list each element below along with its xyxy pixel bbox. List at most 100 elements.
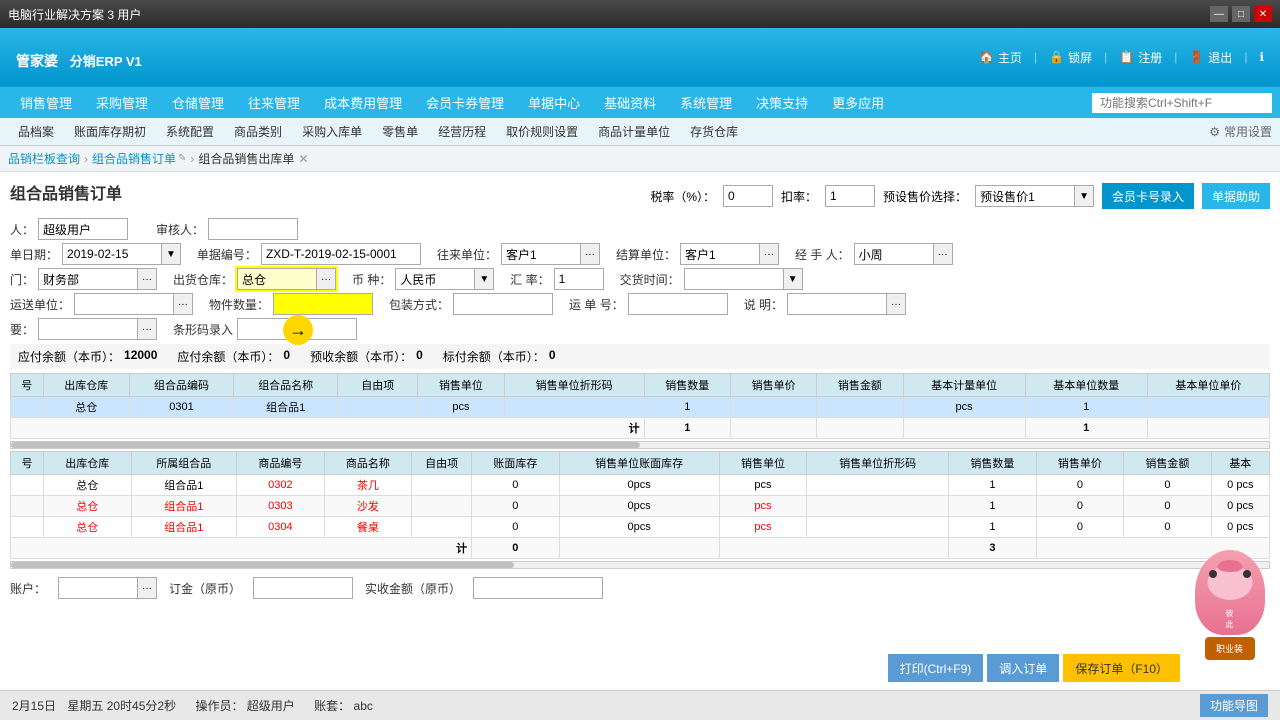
discount-input[interactable]	[825, 185, 875, 207]
close-button[interactable]: ✕	[1254, 6, 1272, 22]
sub-category[interactable]: 商品类别	[224, 121, 292, 142]
shipping-label: 运送单位：	[10, 296, 70, 313]
settings-button[interactable]: ⚙ 常用设置	[1209, 123, 1272, 140]
print-button[interactable]: 打印(Ctrl+F9)	[888, 654, 984, 682]
warehouse-btn[interactable]: ···	[317, 268, 336, 290]
require-input[interactable]	[38, 318, 138, 340]
main-menu: 销售管理 采购管理 仓储管理 往来管理 成本费用管理 会员卡券管理 单据中心 基…	[0, 86, 1280, 118]
cell2-unit-stock: 0pcs	[559, 475, 719, 496]
table-row[interactable]: 计 1 1	[11, 418, 1270, 439]
remark-btn[interactable]: ···	[887, 293, 906, 315]
member-card-button[interactable]: 会员卡号录入	[1102, 183, 1194, 209]
function-map-button[interactable]: 功能导图	[1200, 694, 1268, 717]
sub-history[interactable]: 经营历程	[428, 121, 496, 142]
home-action[interactable]: 🏠 主页	[979, 49, 1022, 66]
save-button[interactable]: 保存订单（F10）	[1063, 654, 1180, 682]
status-day-info: 星期五 20时45分2秒	[67, 699, 176, 713]
trans-time-input[interactable]	[684, 268, 784, 290]
sub-inventory[interactable]: 存货仓库	[680, 121, 748, 142]
sub-unit[interactable]: 商品计量单位	[588, 121, 680, 142]
breadcrumb-edit-icon[interactable]: ✎	[178, 153, 186, 164]
sub-price-rule[interactable]: 取价规则设置	[496, 121, 588, 142]
shipping-input[interactable]	[74, 293, 174, 315]
register-action[interactable]: 📋 注册	[1119, 49, 1162, 66]
breadcrumb-item-1[interactable]: 品销栏板查询	[8, 150, 80, 167]
table-row[interactable]: 总仓 组合品1 0303 沙发 0 0pcs pcs 1 0 0 0 pcs	[11, 496, 1270, 517]
to-unit-input[interactable]	[501, 243, 581, 265]
sub-purchase-in[interactable]: 采购入库单	[292, 121, 372, 142]
table-row[interactable]: 总仓 组合品1 0302 茶几 0 0pcs pcs 1 0 0 0 pcs	[11, 475, 1270, 496]
sub-config[interactable]: 系统配置	[156, 121, 224, 142]
action-buttons: 打印(Ctrl+F9) 调入订单 保存订单（F10）	[888, 654, 1180, 682]
manager-btn[interactable]: ···	[934, 243, 953, 265]
col2-name: 商品名称	[324, 452, 411, 475]
count-input[interactable]	[273, 293, 373, 315]
account-btn[interactable]: ···	[138, 577, 157, 599]
dept-btn[interactable]: ···	[138, 268, 157, 290]
menu-purchase[interactable]: 采购管理	[84, 89, 160, 116]
tax-rate-input[interactable]	[723, 185, 773, 207]
sub-retail[interactable]: 零售单	[372, 121, 428, 142]
menu-member[interactable]: 会员卡券管理	[414, 89, 516, 116]
status-account-name: abc	[354, 699, 373, 713]
menu-basic[interactable]: 基础资料	[592, 89, 668, 116]
actual-amount-input[interactable]	[473, 577, 603, 599]
table-row[interactable]: 总仓 0301 组合品1 pcs 1 pcs 1	[11, 397, 1270, 418]
dept-input[interactable]	[38, 268, 138, 290]
discount-label: 扣率：	[781, 188, 817, 205]
sub-product-archive[interactable]: 品档案	[8, 121, 64, 142]
price-select-input[interactable]	[975, 185, 1075, 207]
to-unit-btn[interactable]: ···	[581, 243, 600, 265]
exchange-input[interactable]	[554, 268, 604, 290]
breadcrumb-item-2[interactable]: 组合品销售订单	[92, 150, 176, 167]
app-header: 管家婆 分销ERP V1 🏠 主页 | 🔒 锁屏 | 📋 注册 | 🚪 退出 |…	[0, 28, 1280, 86]
date-dropdown[interactable]: ▼	[162, 243, 181, 265]
sub-account-init[interactable]: 账面库存期初	[64, 121, 156, 142]
status-bar: 2月15日 星期五 20时45分2秒 操作员： 超级用户 账套： abc 功能导…	[0, 690, 1280, 720]
warehouse-input[interactable]	[237, 268, 317, 290]
menu-system[interactable]: 系统管理	[668, 89, 744, 116]
account-input[interactable]	[58, 577, 138, 599]
reviewer-input[interactable]	[208, 218, 298, 240]
require-btn[interactable]: ···	[138, 318, 157, 340]
settlement-input[interactable]	[680, 243, 760, 265]
menu-cost[interactable]: 成本费用管理	[312, 89, 414, 116]
menu-sales[interactable]: 销售管理	[8, 89, 84, 116]
remark-input[interactable]	[787, 293, 887, 315]
info-action[interactable]: ℹ	[1259, 50, 1264, 64]
menu-more[interactable]: 更多应用	[820, 89, 896, 116]
ship-num-input[interactable]	[628, 293, 728, 315]
operator-input[interactable]	[38, 218, 128, 240]
help-button[interactable]: 单据助助	[1202, 183, 1270, 209]
currency-input[interactable]	[395, 268, 475, 290]
currency-dropdown[interactable]: ▼	[475, 268, 494, 290]
cell2-combo: 组合品1	[131, 496, 237, 517]
table-row[interactable]: 总仓 组合品1 0304 餐桌 0 0pcs pcs 1 0 0 0 pcs	[11, 517, 1270, 538]
function-search-input[interactable]	[1092, 93, 1272, 113]
barcode-input[interactable]	[237, 318, 357, 340]
menu-relations[interactable]: 往来管理	[236, 89, 312, 116]
menu-orders[interactable]: 单据中心	[516, 89, 592, 116]
home-icon: 🏠	[979, 50, 994, 64]
packing-input[interactable]	[453, 293, 553, 315]
date-label: 单日期：	[10, 246, 58, 263]
lock-action[interactable]: 🔒 锁屏	[1049, 49, 1092, 66]
price-select-dropdown[interactable]: ▼	[1075, 185, 1094, 207]
menu-decision[interactable]: 决策支持	[744, 89, 820, 116]
order-num-input[interactable]	[261, 243, 421, 265]
count-label: 物件数量：	[209, 296, 269, 313]
trans-time-dropdown[interactable]: ▼	[784, 268, 803, 290]
order-amount-input[interactable]	[253, 577, 353, 599]
settlement-btn[interactable]: ···	[760, 243, 779, 265]
maximize-button[interactable]: □	[1232, 6, 1250, 22]
manager-input[interactable]	[854, 243, 934, 265]
import-button[interactable]: 调入订单	[987, 654, 1059, 682]
date-input[interactable]	[62, 243, 162, 265]
exit-action[interactable]: 🚪 退出	[1189, 49, 1232, 66]
minimize-button[interactable]: —	[1210, 6, 1228, 22]
cell2-unit-stock: 0pcs	[559, 517, 719, 538]
shipping-btn[interactable]: ···	[174, 293, 193, 315]
menu-warehouse[interactable]: 仓储管理	[160, 89, 236, 116]
manager-label: 经 手 人：	[795, 246, 850, 263]
breadcrumb-close-icon[interactable]: ✕	[298, 152, 308, 166]
